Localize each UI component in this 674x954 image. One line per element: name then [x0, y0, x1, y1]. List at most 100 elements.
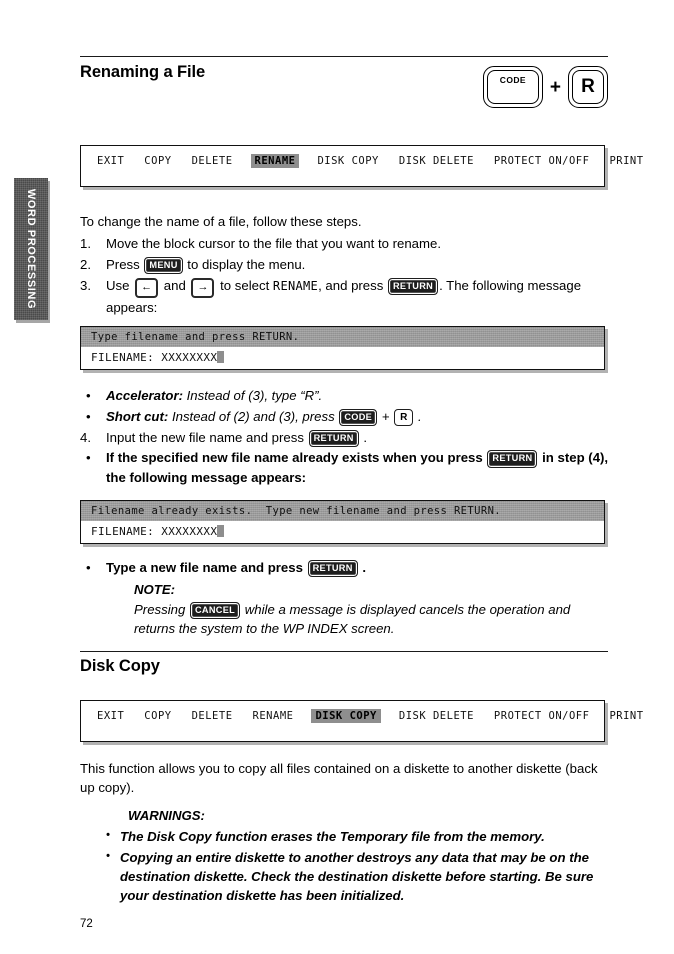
lcd-menu-bar-rename: EXIT COPY DELETE RENAME DISK COPY DISK D…	[80, 145, 643, 187]
menu-item-print[interactable]: PRINT	[607, 709, 645, 723]
lcd-cursor-block	[217, 351, 225, 363]
note-list-rename: • Accelerator: Instead of (3), type “R”.…	[80, 386, 610, 489]
step-item-1: 1. Move the block cursor to the file tha…	[80, 234, 610, 254]
final-step-item: • Type a new file name and press RETURN …	[80, 558, 610, 578]
step-2-pre: Press	[106, 256, 144, 272]
note-exists-pre: If the specified new file name already e…	[106, 450, 487, 466]
keycap-code: CODE	[482, 66, 543, 108]
step-item-2: 2. Press MENU to display the menu.	[80, 255, 610, 275]
step-2-post: to display the menu.	[183, 256, 306, 272]
lcd-filename-field-row: FILENAME: XXXXXXXX	[81, 347, 604, 367]
note-body: Pressing CANCEL while a message is displ…	[134, 602, 570, 636]
warning-text-2: Copying an entire diskette to another de…	[120, 849, 594, 904]
key-badge-return[interactable]: RETURN	[487, 450, 538, 468]
final-step-post: .	[358, 560, 366, 575]
lcd-message-filename-exists: Filename already exists. Type new filena…	[81, 501, 604, 521]
note-block-cancel: NOTE: Pressing CANCEL while a message is…	[134, 580, 608, 638]
section-thumb-tab-label: WORD PROCESSING	[25, 188, 37, 310]
lcd-menu-bar-disk-copy: EXIT COPY DELETE RENAME DISK COPY DISK D…	[80, 700, 643, 742]
key-badge-code[interactable]: CODE	[339, 408, 378, 426]
menu-item-exit[interactable]: EXIT	[95, 154, 126, 168]
key-badge-menu[interactable]: MENU	[144, 256, 183, 274]
final-step-text: Type a new file name and press RETURN .	[106, 558, 610, 578]
key-badge-return[interactable]: RETURN	[308, 429, 359, 447]
bullet-icon: •	[86, 560, 91, 575]
warning-text-1: The Disk Copy function erases the Tempor…	[120, 829, 545, 845]
lcd-filename-field-row: FILENAME: XXXXXXXX	[81, 521, 604, 541]
note-item-accelerator: • Accelerator: Instead of (3), type “R”.	[80, 386, 610, 406]
menu-item-disk-delete[interactable]: DISK DELETE	[397, 154, 476, 168]
key-badge-return[interactable]: RETURN	[307, 560, 358, 578]
menu-item-exit[interactable]: EXIT	[95, 709, 126, 723]
key-badge-cancel[interactable]: CANCEL	[189, 602, 241, 620]
note-text-accelerator: Accelerator: Instead of (3), type “R”.	[106, 386, 610, 406]
step-number-1: 1.	[80, 236, 91, 251]
lcd-screen-filename-exists: Filename already exists. Type new filena…	[80, 500, 605, 544]
step-text-3: Use ← and → to select RENAME, and press …	[106, 276, 610, 318]
note-body-shortcut-post: .	[414, 408, 422, 424]
step-text-4: Input the new file name and press RETURN…	[106, 428, 610, 448]
page-number: 72	[80, 918, 93, 930]
lcd-screen-type-filename: Type filename and press RETURN. FILENAME…	[80, 326, 605, 370]
note-body-accelerator: Instead of (3), type “R”.	[182, 388, 323, 403]
lcd-filename-value: FILENAME: XXXXXXXX	[91, 524, 218, 538]
note-item-shortcut: • Short cut: Instead of (2) and (3), pre…	[80, 407, 610, 427]
note-text-shortcut: Short cut: Instead of (2) and (3), press…	[106, 407, 610, 427]
warning-item-1: • The Disk Copy function erases the Temp…	[106, 827, 610, 846]
step-3-mid3: , and press	[318, 277, 387, 293]
key-badge-r[interactable]: R	[394, 409, 414, 427]
menu-item-protect-on-off[interactable]: PROTECT ON/OFF	[492, 154, 592, 168]
menu-item-delete[interactable]: DELETE	[190, 154, 235, 168]
menu-item-rename[interactable]: RENAME	[251, 709, 296, 723]
menu-item-disk-delete[interactable]: DISK DELETE	[397, 709, 476, 723]
section-thumb-tab: WORD PROCESSING	[14, 178, 48, 320]
note-text-exists-warning: If the specified new file name already e…	[106, 448, 610, 488]
step-3-pre: Use	[106, 277, 134, 293]
step-item-3: 3. Use ← and → to select RENAME, and pre…	[80, 276, 610, 318]
arrow-right-icon[interactable]: →	[191, 277, 215, 298]
menu-item-rename[interactable]: RENAME	[250, 154, 300, 168]
keycap-plus-sign: +	[549, 76, 561, 98]
menu-item-disk-copy[interactable]: DISK COPY	[311, 709, 381, 723]
menu-item-list: EXIT COPY DELETE RENAME DISK COPY DISK D…	[81, 146, 643, 168]
keycap-r-label: R	[581, 75, 595, 97]
lcd-cursor-block	[217, 525, 225, 537]
key-badge-return[interactable]: RETURN	[387, 277, 439, 295]
step-list-rename: 1. Move the block cursor to the file tha…	[80, 234, 610, 318]
note-body-shortcut-pre: Instead of (2) and (3), press	[168, 408, 339, 424]
menu-item-copy[interactable]: COPY	[142, 154, 173, 168]
note-lead-accelerator: Accelerator:	[106, 388, 183, 403]
menu-item-list: EXIT COPY DELETE RENAME DISK COPY DISK D…	[81, 701, 643, 723]
menu-item-copy[interactable]: COPY	[142, 709, 173, 723]
step-item-4: 4. Input the new file name and press RET…	[80, 428, 610, 448]
keycap-code-label: CODE	[499, 75, 526, 85]
step-number-2: 2.	[80, 256, 91, 272]
intro-paragraph-disk-copy: This function allows you to copy all fil…	[80, 761, 598, 795]
final-step-list-rename: • Type a new file name and press RETURN …	[80, 558, 610, 579]
note-item-exists-warning: • If the specified new file name already…	[80, 448, 610, 488]
menu-item-print[interactable]: PRINT	[607, 154, 645, 168]
step-4-pre: Input the new file name and press	[106, 429, 308, 445]
menu-item-delete[interactable]: DELETE	[190, 709, 235, 723]
arrow-left-icon[interactable]: ←	[135, 277, 159, 298]
bullet-icon: •	[86, 408, 91, 424]
step-4-post: .	[359, 429, 368, 445]
lcd-message-type-filename: Type filename and press RETURN.	[81, 327, 604, 347]
note-lead-shortcut: Short cut:	[106, 408, 169, 424]
lcd-filename-value: FILENAME: XXXXXXXX	[91, 350, 218, 364]
note-label: NOTE:	[134, 582, 176, 597]
step-3-mid: and	[160, 277, 190, 293]
note-body-pre: Pressing	[134, 602, 189, 618]
menu-item-protect-on-off[interactable]: PROTECT ON/OFF	[492, 709, 592, 723]
step-text-1: Move the block cursor to the file that y…	[106, 236, 441, 251]
page-title-disk-copy: Disk Copy	[80, 657, 160, 675]
warning-item-2: • Copying an entire diskette to another …	[106, 848, 610, 906]
heading-rule-disk-copy	[80, 651, 608, 652]
keycap-shortcut-group: CODE + R	[482, 66, 608, 108]
step-text-2: Press MENU to display the menu.	[106, 255, 610, 275]
final-step-pre: Type a new file name and press	[106, 560, 307, 575]
keycap-r: R	[568, 66, 608, 108]
step-number-4: 4.	[80, 429, 91, 445]
menu-item-disk-copy[interactable]: DISK COPY	[315, 154, 380, 168]
step-number-3: 3.	[80, 277, 91, 293]
